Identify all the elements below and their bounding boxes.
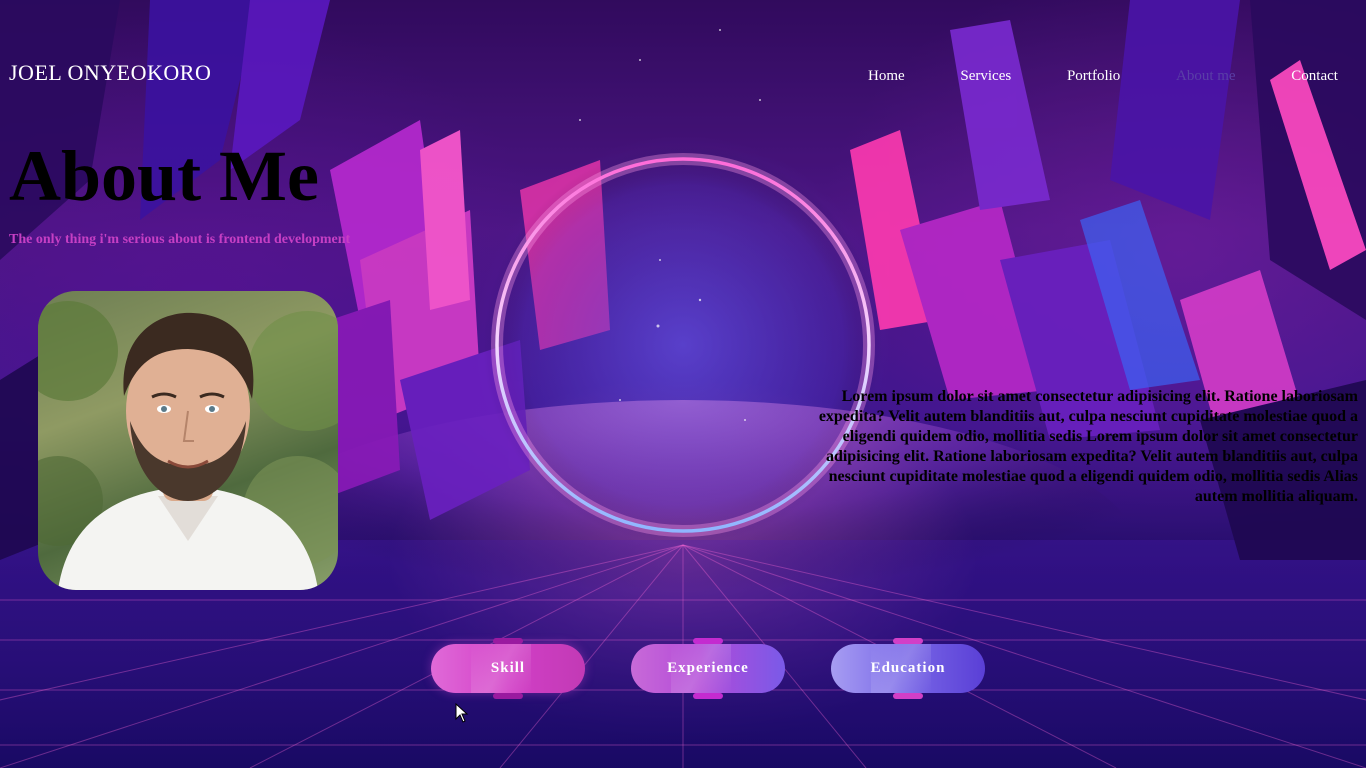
education-button[interactable]: Education: [831, 638, 985, 699]
site-logo-text[interactable]: JOEL ONYEOKORO: [9, 60, 211, 86]
nav-link-home[interactable]: Home: [868, 68, 905, 85]
education-accent-bottom: [893, 693, 923, 699]
skill-accent-bottom: [493, 693, 523, 699]
page-subtitle: The only thing i'm serious about is fron…: [9, 232, 351, 247]
profile-photo: [38, 291, 338, 590]
experience-button-label: Experience: [667, 660, 749, 676]
nav-link-services[interactable]: Services: [960, 68, 1011, 85]
experience-accent-bottom: [693, 693, 723, 699]
profile-portrait-illustration: [38, 301, 338, 590]
nav-link-portfolio[interactable]: Portfolio: [1067, 68, 1120, 85]
nav-link-about-me[interactable]: About me: [1176, 68, 1236, 85]
about-bio-text: Lorem ipsum dolor sit amet consectetur a…: [818, 388, 1358, 505]
education-button-label: Education: [870, 660, 946, 676]
mouse-cursor-icon: [455, 703, 469, 723]
skill-button-label: Skill: [490, 660, 526, 676]
main-nav: Home Services Portfolio About me Contact: [868, 66, 1338, 86]
skill-button[interactable]: Skill: [431, 638, 585, 699]
nav-link-contact[interactable]: Contact: [1291, 68, 1338, 85]
experience-button[interactable]: Experience: [631, 638, 785, 699]
page-title: About Me: [9, 136, 319, 216]
